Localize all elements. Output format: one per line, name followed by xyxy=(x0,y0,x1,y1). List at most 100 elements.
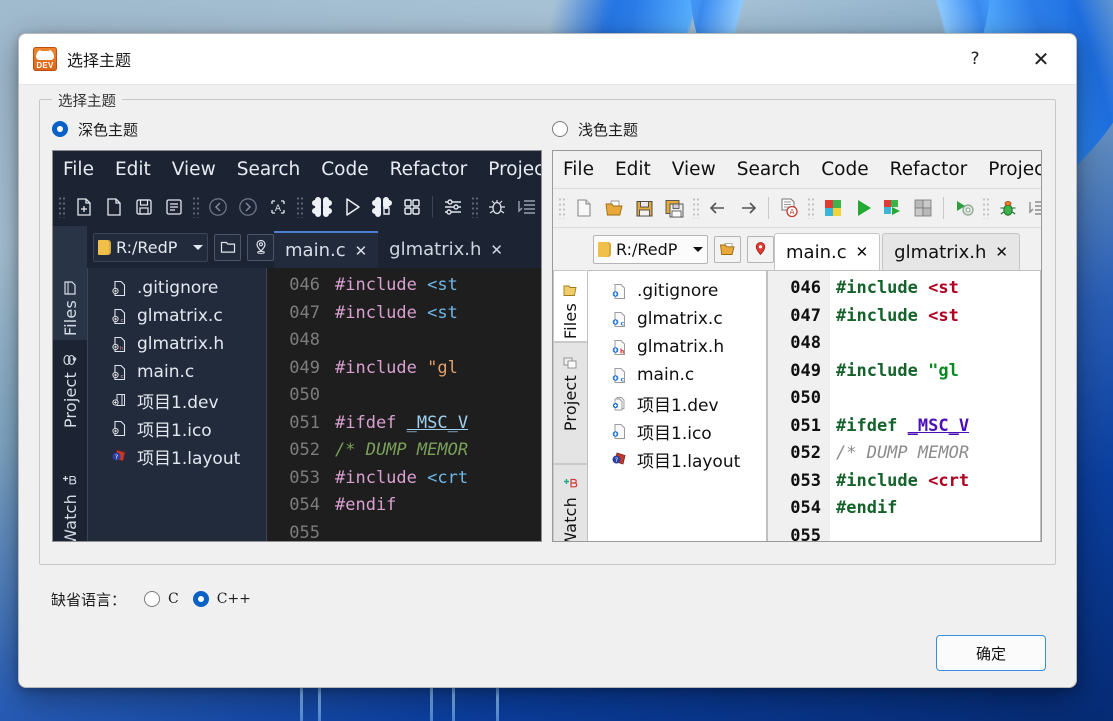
compiler-options-icon[interactable] xyxy=(440,194,466,220)
list-item[interactable]: ? 项目1.layout xyxy=(588,445,766,473)
list-item[interactable]: h glmatrix.h xyxy=(588,333,766,361)
dark-code-text[interactable]: #include <st #include <st #include "gl #i… xyxy=(329,268,541,541)
list-item[interactable]: 项目1.dev xyxy=(88,386,266,414)
toolbar-grip[interactable] xyxy=(296,196,304,218)
list-item[interactable]: c glmatrix.c xyxy=(88,302,266,330)
save-icon[interactable] xyxy=(131,194,157,220)
light-theme-radio-row[interactable]: 浅色主题 xyxy=(552,116,1044,142)
sidebar-item-files[interactable]: Files xyxy=(553,270,587,342)
forward-arrow-icon[interactable] xyxy=(735,195,761,221)
forward-arrow-icon[interactable] xyxy=(235,194,261,220)
close-icon[interactable]: ✕ xyxy=(490,241,503,259)
menu-code[interactable]: Code xyxy=(821,159,868,180)
rebuild-icon[interactable] xyxy=(910,195,936,221)
new-file-icon[interactable] xyxy=(71,194,97,220)
toolbar-grip[interactable] xyxy=(692,197,700,219)
help-button[interactable]: ? xyxy=(952,34,998,84)
save-icon[interactable] xyxy=(631,195,657,221)
ok-button[interactable]: 确定 xyxy=(936,635,1046,671)
sidebar-item-watch[interactable]: Watch xyxy=(553,464,587,541)
path-combo[interactable]: R:/RedP xyxy=(593,234,708,264)
run-icon[interactable] xyxy=(850,195,876,221)
light-theme-radio[interactable] xyxy=(552,121,568,137)
run-icon[interactable] xyxy=(339,194,365,220)
light-code-text[interactable]: #include <st #include <st #include "gl #i… xyxy=(830,271,1040,541)
close-icon[interactable]: ✕ xyxy=(995,243,1008,261)
find-text-icon[interactable]: A xyxy=(776,195,802,221)
tab-main-c[interactable]: main.c ✕ xyxy=(274,231,379,268)
new-file-icon[interactable] xyxy=(571,195,597,221)
close-icon[interactable]: ✕ xyxy=(355,242,368,260)
menu-view[interactable]: View xyxy=(172,159,216,180)
language-option-cpp[interactable]: C++ xyxy=(192,591,251,607)
sidebar-item-project[interactable]: Project xyxy=(53,340,87,462)
compile-icon[interactable] xyxy=(309,194,335,220)
locate-icon[interactable] xyxy=(747,235,774,263)
indent-icon[interactable] xyxy=(1025,195,1041,221)
close-icon[interactable]: ✕ xyxy=(856,243,869,261)
menu-code[interactable]: Code xyxy=(321,159,368,180)
dark-theme-radio[interactable] xyxy=(52,121,68,137)
list-item[interactable]: .gitignore xyxy=(88,274,266,302)
debug-bug-icon[interactable] xyxy=(484,194,510,220)
list-item[interactable]: 项目1.dev xyxy=(588,389,766,417)
menu-file[interactable]: File xyxy=(63,159,94,180)
compile-icon[interactable] xyxy=(820,195,846,221)
back-arrow-icon[interactable] xyxy=(705,195,731,221)
list-item[interactable]: 项目1.ico xyxy=(588,417,766,445)
toolbar-grip[interactable] xyxy=(558,197,566,219)
locate-icon[interactable] xyxy=(247,233,274,261)
tab-main-c[interactable]: main.c ✕ xyxy=(774,233,881,270)
menu-file[interactable]: File xyxy=(563,159,594,180)
tab-glmatrix-h[interactable]: glmatrix.h ✕ xyxy=(882,233,1020,270)
toolbar-grip[interactable] xyxy=(982,197,990,219)
language-radio-cpp[interactable] xyxy=(192,591,209,607)
menu-project[interactable]: Project xyxy=(488,159,541,180)
open-folder-icon[interactable] xyxy=(714,235,741,263)
open-folder-icon[interactable] xyxy=(214,233,241,261)
menu-search[interactable]: Search xyxy=(237,159,301,180)
sidebar-item-project[interactable]: Project xyxy=(553,342,587,464)
menu-edit[interactable]: Edit xyxy=(615,159,651,180)
dark-theme-radio-row[interactable]: 深色主题 xyxy=(52,116,544,142)
dark-code-editor[interactable]: 046 047 048 049 050 051 052 053 054 055 … xyxy=(267,268,541,541)
save-all-icon[interactable] xyxy=(661,195,687,221)
chevron-down-icon[interactable] xyxy=(193,244,203,250)
sidebar-item-files[interactable]: Files xyxy=(53,268,87,340)
menu-refactor[interactable]: Refactor xyxy=(890,159,968,180)
menu-search[interactable]: Search xyxy=(737,159,801,180)
compile-run-icon[interactable] xyxy=(369,194,395,220)
rebuild-icon[interactable] xyxy=(399,194,425,220)
debug-bug-icon[interactable] xyxy=(995,195,1021,221)
menu-view[interactable]: View xyxy=(672,159,716,180)
toolbar-grip[interactable] xyxy=(807,197,815,219)
compiler-options-icon[interactable] xyxy=(951,195,977,221)
save-all-icon[interactable] xyxy=(161,194,187,220)
toolbar-grip[interactable] xyxy=(471,196,479,218)
list-item[interactable]: c main.c xyxy=(588,361,766,389)
list-item[interactable]: c main.c xyxy=(88,358,266,386)
open-file-icon[interactable] xyxy=(601,195,627,221)
menu-refactor[interactable]: Refactor xyxy=(390,159,468,180)
menu-project[interactable]: Project xyxy=(988,159,1041,180)
compile-run-icon[interactable] xyxy=(880,195,906,221)
light-file-tree[interactable]: .gitignore c glmatrix.c h glmatrix.h c m… xyxy=(587,270,767,541)
list-item[interactable]: .gitignore xyxy=(588,277,766,305)
language-option-c[interactable]: C xyxy=(144,591,179,607)
open-file-icon[interactable] xyxy=(101,194,127,220)
language-radio-c[interactable] xyxy=(144,591,161,607)
sidebar-item-watch[interactable]: Watch xyxy=(53,462,87,541)
dark-file-tree[interactable]: .gitignore c glmatrix.c h glmatrix.h c m… xyxy=(87,268,267,541)
list-item[interactable]: c glmatrix.c xyxy=(588,305,766,333)
close-button[interactable]: ✕ xyxy=(1018,34,1064,84)
find-text-icon[interactable]: A xyxy=(265,194,291,220)
menu-edit[interactable]: Edit xyxy=(115,159,151,180)
toolbar-grip[interactable] xyxy=(58,196,66,218)
light-code-editor[interactable]: 046 047 048 049 050 051 052 053 054 055 … xyxy=(767,270,1041,541)
light-theme-preview[interactable]: File Edit View Search Code Refactor Proj… xyxy=(552,150,1042,542)
tab-glmatrix-h[interactable]: glmatrix.h ✕ xyxy=(378,231,514,268)
chevron-down-icon[interactable] xyxy=(693,246,703,252)
path-combo[interactable]: R:/RedP xyxy=(93,232,208,262)
list-item[interactable]: ? 项目1.layout xyxy=(88,442,266,470)
back-arrow-icon[interactable] xyxy=(205,194,231,220)
